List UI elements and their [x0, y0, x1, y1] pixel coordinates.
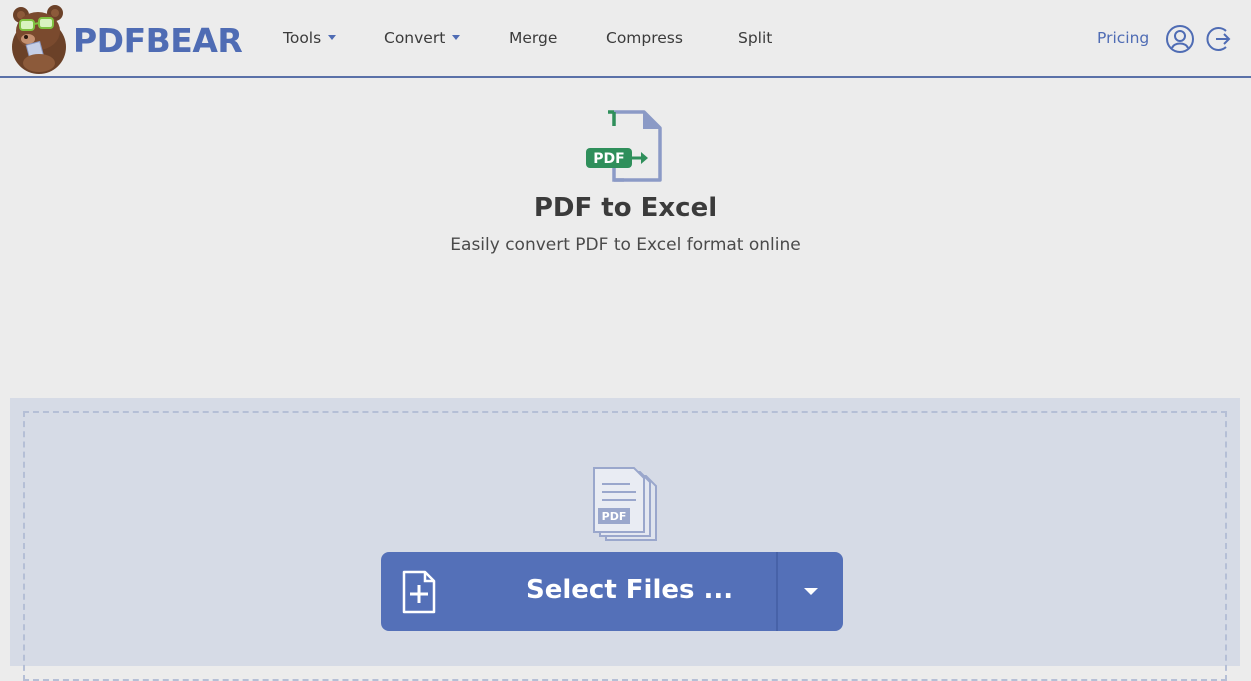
pdf-files-icon: PDF	[593, 467, 657, 541]
dropzone-dashed-area[interactable]	[23, 411, 1227, 681]
nav-compress[interactable]: Compress	[606, 29, 683, 47]
nav-tools-label: Tools	[283, 29, 322, 47]
upload-dropzone[interactable]: PDF Select Files ...	[10, 398, 1240, 681]
files-badge-text: PDF	[602, 510, 627, 523]
brand-name: PDFBEAR	[73, 20, 243, 60]
nav-merge-label: Merge	[509, 29, 558, 47]
select-files-button[interactable]: Select Files ...	[381, 552, 843, 631]
nav-compress-label: Compress	[606, 29, 683, 47]
caret-down-icon	[452, 34, 461, 40]
nav-merge[interactable]: Merge	[509, 29, 557, 47]
logout-icon[interactable]	[1204, 24, 1234, 54]
page-subtitle: Easily convert PDF to Excel format onlin…	[450, 235, 801, 255]
pricing-link[interactable]: Pricing	[1097, 29, 1149, 47]
nav-convert[interactable]: Convert	[384, 29, 461, 47]
pdf-badge-text: PDF	[593, 151, 624, 167]
page-title: PDF to Excel	[533, 193, 718, 223]
brand-logo[interactable]: PDFBEAR	[8, 2, 243, 76]
nav-convert-label: Convert	[384, 29, 446, 47]
nav-split-label: Split	[738, 29, 773, 47]
user-icon[interactable]	[1165, 24, 1195, 54]
nav-split[interactable]: Split	[738, 29, 772, 47]
select-files-label: Select Files ...	[526, 575, 734, 605]
nav-tools[interactable]: Tools	[283, 29, 337, 47]
chevron-down-icon	[803, 588, 818, 595]
top-navbar: PDFBEAR Tools Convert Merge Compress Spl…	[0, 0, 1251, 78]
caret-down-icon	[328, 34, 337, 40]
select-source-dropdown[interactable]	[778, 552, 843, 631]
add-file-icon	[402, 570, 436, 614]
bear-mascot-icon	[12, 5, 66, 74]
pdf-convert-icon: PDF	[586, 110, 662, 182]
